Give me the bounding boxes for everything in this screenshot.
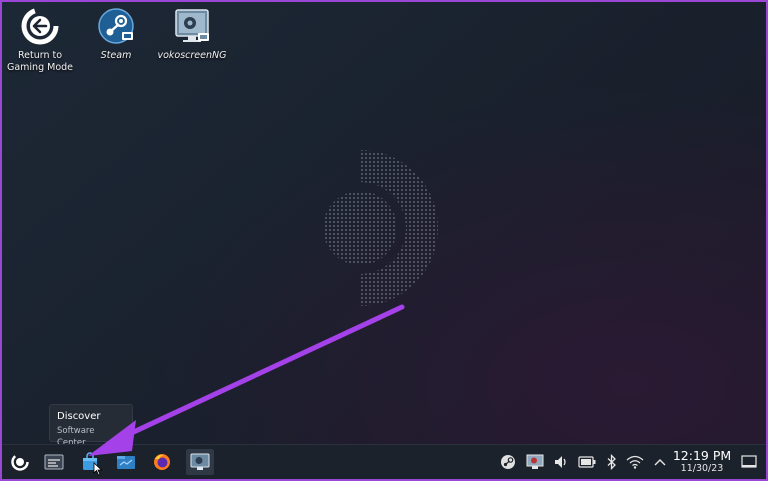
tray-wifi[interactable] <box>626 453 644 471</box>
discover-tooltip: Discover Software Center <box>49 404 133 448</box>
battery-icon <box>578 456 596 468</box>
desktop-icon-label: Steam <box>100 50 132 61</box>
volume-icon <box>555 456 566 468</box>
vokoscreen-tray-icon <box>526 454 544 469</box>
clock-time: 12:19 PM <box>672 448 732 463</box>
dolphin-icon <box>117 456 135 469</box>
vokoscreen-icon <box>172 6 212 46</box>
show-desktop-icon <box>741 455 757 468</box>
tray-battery[interactable] <box>578 453 596 471</box>
desktop-icon-steam[interactable]: Steam <box>80 6 152 62</box>
steam-icon <box>96 6 136 46</box>
tray-expand[interactable] <box>651 453 669 471</box>
tooltip-title: Discover <box>57 411 101 422</box>
taskbar-app-dolphin[interactable] <box>112 449 140 475</box>
chevron-up-icon <box>654 459 666 466</box>
vokoscreen-icon <box>190 453 210 470</box>
show-desktop-button[interactable] <box>740 453 758 471</box>
taskbar-clock[interactable]: 12:19 PM 11/30/23 <box>672 449 732 475</box>
tray-vokoscreen[interactable] <box>526 453 544 471</box>
mouse-cursor-icon <box>93 462 103 476</box>
tray-steam[interactable] <box>499 453 517 471</box>
taskbar-app-firefox[interactable] <box>148 449 176 475</box>
taskbar-app-vokoscreen[interactable] <box>186 449 214 475</box>
steamos-launcher-button[interactable] <box>6 449 34 475</box>
desktop-icon-return-gaming[interactable]: Return to Gaming Mode <box>4 6 76 74</box>
tray-bluetooth[interactable] <box>603 453 621 471</box>
clock-date: 11/30/23 <box>680 463 724 474</box>
taskbar-app-task-manager[interactable] <box>40 449 68 475</box>
firefox-icon <box>154 454 170 470</box>
desktop-icon-vokoscreen[interactable]: vokoscreenNG <box>156 6 228 62</box>
wifi-icon <box>626 455 644 469</box>
steam-icon <box>501 455 515 469</box>
tray-volume[interactable] <box>552 453 570 471</box>
bluetooth-icon <box>607 454 616 470</box>
steamos-launcher-icon <box>11 453 29 471</box>
desktop-icon-label: Return to Gaming Mode <box>6 50 74 73</box>
wallpaper-logo <box>300 140 450 320</box>
task-manager-icon <box>44 454 64 470</box>
taskbar: 12:19 PM 11/30/23 <box>2 444 766 479</box>
desktop-icon-label: vokoscreenNG <box>157 50 227 61</box>
return-arrow-icon <box>20 6 60 46</box>
